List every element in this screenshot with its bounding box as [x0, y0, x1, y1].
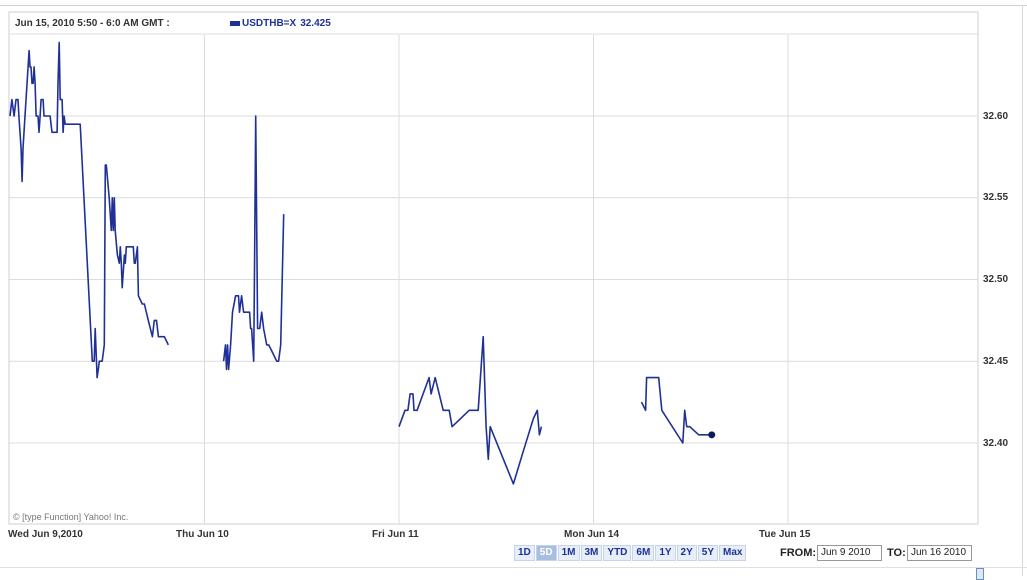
- range-selector: 1D 5D 1M 3M YTD 6M 1Y 2Y 5Y Max: [514, 545, 747, 561]
- header-series-value: 32.425: [300, 18, 331, 29]
- range-button-6m[interactable]: 6M: [632, 545, 655, 561]
- scroll-handle[interactable]: [976, 568, 984, 580]
- x-tick-label: Wed Jun 9,2010: [8, 529, 83, 540]
- to-label: TO:: [887, 547, 906, 559]
- y-tick-label: 32.45: [983, 356, 1009, 367]
- range-button-ytd[interactable]: YTD: [603, 545, 632, 561]
- last-point-marker: [708, 431, 716, 439]
- to-date-field[interactable]: Jun 16 2010: [907, 545, 972, 561]
- x-tick-label: Fri Jun 11: [372, 529, 419, 540]
- range-button-1y[interactable]: 1Y: [655, 545, 676, 561]
- y-tick-label: 32.55: [983, 192, 1009, 203]
- range-button-max[interactable]: Max: [719, 545, 747, 561]
- range-button-2y[interactable]: 2Y: [676, 545, 697, 561]
- header-date-label: Jun 15, 2010 5:50 - 6:0 AM GMT :: [15, 18, 170, 29]
- header-series-label: USDTHB=X: [242, 18, 297, 29]
- range-button-1d[interactable]: 1D: [514, 545, 535, 561]
- range-button-3m[interactable]: 3M: [580, 545, 603, 561]
- legend-swatch: [230, 21, 240, 26]
- range-button-5d[interactable]: 5D: [535, 545, 557, 561]
- y-tick-label: 32.50: [983, 274, 1009, 285]
- from-label: FROM:: [780, 547, 817, 559]
- range-button-5y[interactable]: 5Y: [697, 545, 719, 561]
- x-tick-label: Thu Jun 10: [176, 529, 229, 540]
- price-chart: [8, 11, 979, 525]
- copyright-text: © [type Function] Yahoo! Inc.: [13, 512, 129, 522]
- plot-area: [8, 11, 979, 525]
- y-tick-label: 32.40: [983, 438, 1009, 449]
- from-date-field[interactable]: Jun 9 2010: [817, 545, 882, 561]
- x-tick-label: Tue Jun 15: [759, 529, 811, 540]
- bottom-divider: [0, 567, 1027, 568]
- y-tick-label: 32.60: [983, 111, 1009, 122]
- x-tick-label: Mon Jun 14: [564, 529, 620, 540]
- range-button-1m[interactable]: 1M: [557, 545, 580, 561]
- header-series: USDTHB=X 32.425: [230, 18, 331, 29]
